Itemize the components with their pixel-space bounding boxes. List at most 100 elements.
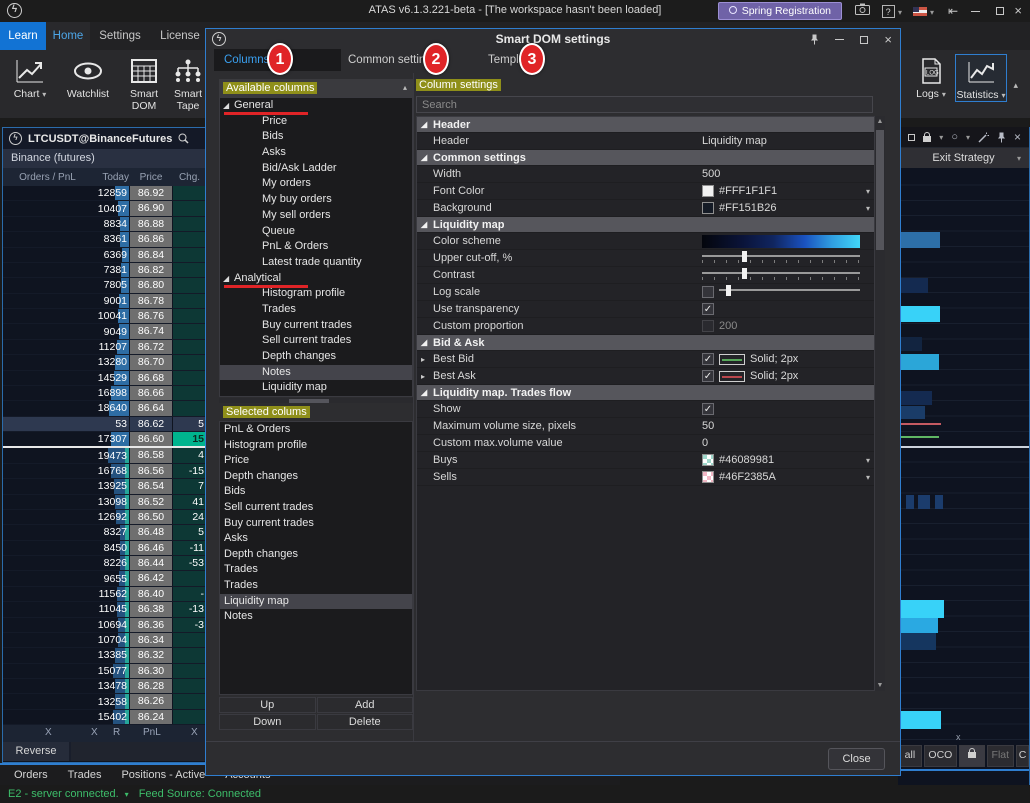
ribbon-item-watchlist[interactable]: Watchlist [62, 54, 114, 100]
checkbox[interactable]: ✓ [702, 303, 714, 315]
today-cell[interactable]: 13478 [92, 679, 129, 693]
price-cell[interactable]: 86.40 [129, 587, 173, 601]
price-cell[interactable]: 86.28 [129, 679, 173, 693]
dom-row[interactable]: 1689886.66 [3, 386, 206, 401]
dom-row[interactable]: 1269286.5024 [3, 510, 206, 525]
dom-row[interactable]: 1004186.76 [3, 309, 206, 324]
today-cell[interactable]: 9049 [92, 324, 129, 338]
price-cell[interactable]: 86.80 [129, 278, 173, 292]
settings-section[interactable]: ◢Liquidity map. Trades flow [417, 385, 874, 401]
dom-row[interactable]: 738186.82 [3, 263, 206, 278]
price-cell[interactable]: 86.78 [129, 294, 173, 308]
price-cell[interactable]: 86.76 [129, 309, 173, 323]
today-cell[interactable]: 9001 [92, 294, 129, 308]
footer-mark[interactable]: X [45, 727, 52, 738]
settings-section[interactable]: ◢Liquidity map [417, 217, 874, 233]
dom-row[interactable]: 883486.88 [3, 217, 206, 232]
dom-row[interactable]: 1070486.34 [3, 633, 206, 648]
tree-item[interactable]: Trades [220, 302, 412, 318]
checkbox[interactable]: ✓ [702, 353, 714, 365]
dom-row[interactable]: 5386.625 [3, 417, 206, 432]
settings-row-maximum-volume-size-pixels[interactable]: Maximum volume size, pixels50 [417, 418, 874, 435]
today-cell[interactable]: 10694 [92, 618, 129, 632]
delete-button[interactable]: Delete [317, 714, 414, 730]
expander-icon[interactable]: ◢ [421, 153, 427, 162]
dom-row[interactable]: 845086.46-11 [3, 541, 206, 556]
expander-icon[interactable]: ▸ [421, 372, 425, 381]
price-cell[interactable]: 86.66 [129, 386, 173, 400]
today-cell[interactable]: 19473 [92, 448, 129, 462]
expander-icon[interactable]: ◢ [421, 120, 427, 129]
line-style-swatch[interactable] [719, 371, 745, 382]
dom-row[interactable]: 965586.42 [3, 571, 206, 586]
today-cell[interactable]: 8226 [92, 556, 129, 570]
price-cell[interactable]: 86.30 [129, 664, 173, 678]
dom-row[interactable]: 1040786.90 [3, 201, 206, 216]
selected-item[interactable]: Liquidity map [220, 594, 412, 610]
settings-row-buys[interactable]: Buys#46089981▾ [417, 452, 874, 469]
col-orders-pnl[interactable]: Orders / PnL [3, 172, 92, 183]
orders-cell[interactable] [3, 664, 92, 678]
settings-section[interactable]: ◢Bid & Ask [417, 335, 874, 351]
order-button-flat[interactable]: Flat [987, 745, 1015, 767]
price-cell[interactable]: 86.54 [129, 479, 173, 493]
tree-item[interactable]: Price [220, 114, 412, 130]
selected-item[interactable]: Histogram profile [220, 438, 412, 454]
dialog-minimize-icon[interactable] [835, 39, 844, 40]
bottom-tab-positions-active[interactable]: Positions - Active [113, 765, 213, 785]
ribbon-tab-home[interactable]: Home [46, 22, 90, 50]
selected-item[interactable]: Depth changes [220, 547, 412, 563]
bottom-tab-trades[interactable]: Trades [60, 765, 110, 785]
symbol-label[interactable]: LTCUSDT@BinanceFutures [28, 133, 172, 145]
ribbon-item-logs[interactable]: LOGLogs ▾ [905, 54, 957, 100]
dialog-pin-icon[interactable] [810, 34, 819, 45]
today-cell[interactable]: 53 [92, 417, 129, 431]
col-price[interactable]: Price [129, 172, 173, 183]
close-button[interactable]: × [1014, 3, 1022, 19]
settings-row-contrast[interactable]: Contrast [417, 267, 874, 284]
dom-row[interactable]: 1120786.72 [3, 340, 206, 355]
lock-button[interactable] [959, 745, 985, 767]
today-cell[interactable]: 10704 [92, 633, 129, 647]
dialog-maximize-icon[interactable] [860, 36, 868, 44]
help-icon[interactable]: ? ▾ [882, 3, 902, 21]
price-cell[interactable]: 86.84 [129, 248, 173, 262]
orders-cell[interactable] [3, 371, 92, 385]
spring-registration-button[interactable]: Spring Registration [718, 2, 842, 20]
price-cell[interactable]: 86.60 [129, 432, 173, 446]
dom-row[interactable]: 1864086.64 [3, 401, 206, 416]
orders-cell[interactable] [3, 201, 92, 215]
footer-mark[interactable]: X [91, 727, 98, 738]
ribbon-collapse-icon[interactable]: ▴ [1013, 80, 1018, 91]
circle-dropdown-icon[interactable]: ▾ [966, 133, 970, 142]
checkbox[interactable]: ✓ [702, 370, 714, 382]
selected-item[interactable]: Bids [220, 484, 412, 500]
tree-item[interactable]: Bids [220, 129, 412, 145]
selected-item[interactable]: Trades [220, 562, 412, 578]
dom-row[interactable]: 1540286.24 [3, 710, 206, 725]
selected-item[interactable]: Notes [220, 609, 412, 625]
dropdown-icon[interactable]: ▾ [866, 456, 870, 465]
price-cell[interactable]: 86.72 [129, 340, 173, 354]
dropdown-icon[interactable]: ▾ [866, 473, 870, 482]
ribbon-item-chart[interactable]: Chart ▾ [4, 54, 56, 100]
today-cell[interactable]: 8361 [92, 232, 129, 246]
price-cell[interactable]: 86.58 [129, 448, 173, 462]
reverse-button[interactable]: Reverse [3, 742, 69, 761]
price-cell[interactable]: 86.90 [129, 201, 173, 215]
price-cell[interactable]: 86.56 [129, 464, 173, 478]
slider[interactable] [719, 285, 860, 299]
settings-row-sells[interactable]: Sells#46F2385A▾ [417, 469, 874, 486]
magic-wand-icon[interactable] [978, 132, 989, 143]
scroll-down-icon[interactable]: ▼ [875, 682, 885, 689]
ribbon-tab-license-info[interactable]: License info [150, 22, 210, 50]
down-button[interactable]: Down [219, 714, 316, 730]
dropdown-icon[interactable]: ▾ [866, 187, 870, 196]
settings-scrollbar[interactable]: ▲▼ [875, 116, 885, 691]
orders-cell[interactable] [3, 217, 92, 231]
today-cell[interactable]: 10407 [92, 201, 129, 215]
expander-icon[interactable]: ◢ [223, 271, 229, 287]
orders-cell[interactable] [3, 464, 92, 478]
expander-icon[interactable]: ◢ [421, 220, 427, 229]
minimize-to-tray-icon[interactable]: ⇤ [948, 3, 958, 19]
